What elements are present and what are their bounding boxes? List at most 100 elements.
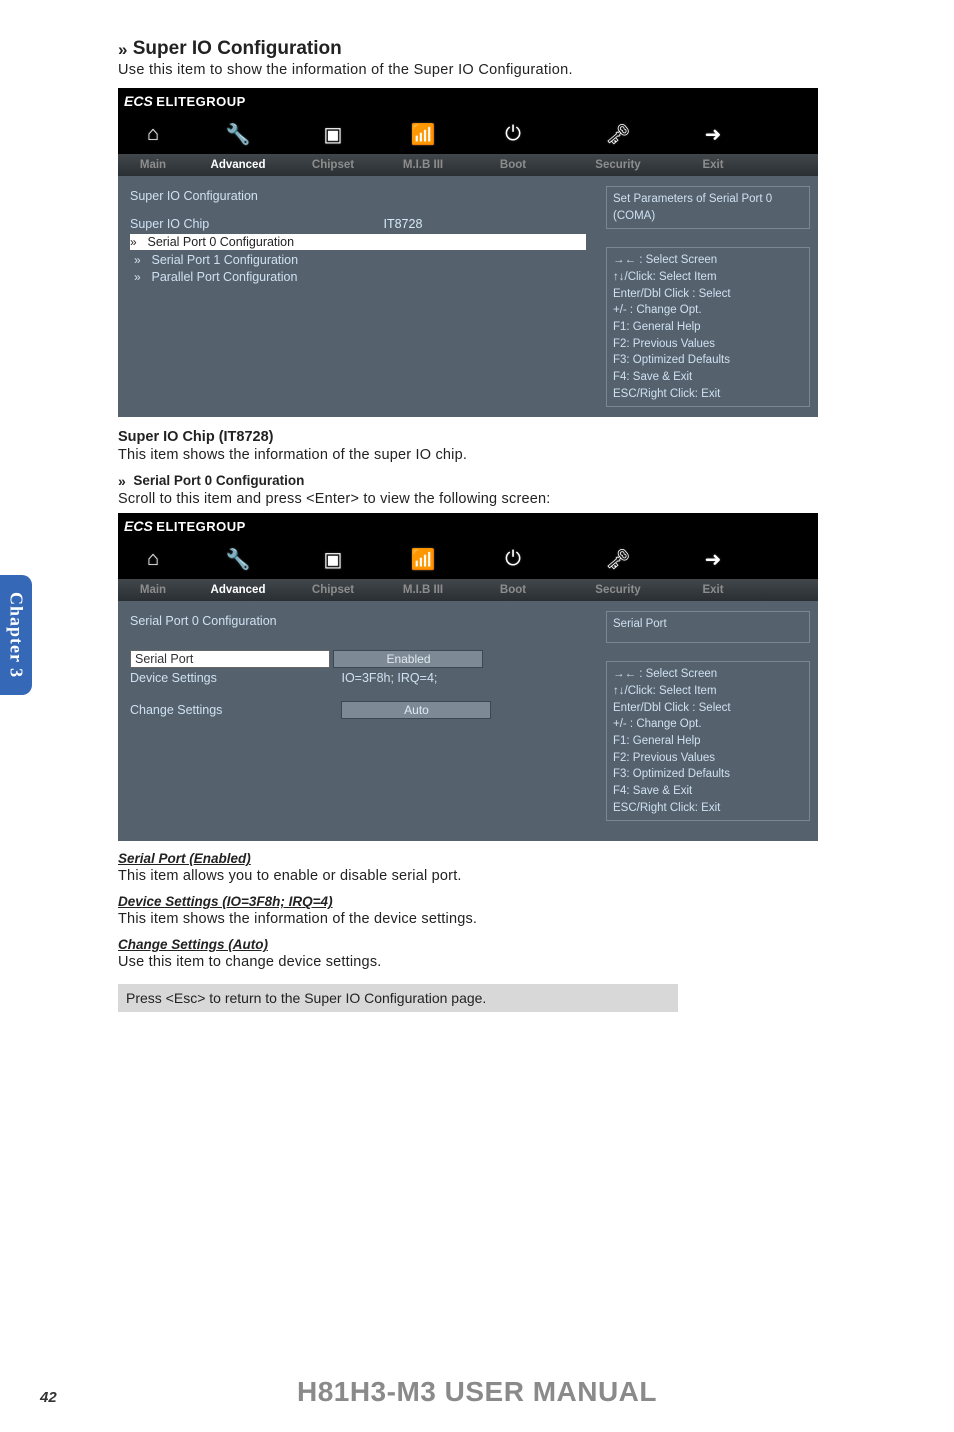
bios1-help-box: →← : Select Screen ↑↓/Click: Select Item…: [606, 247, 810, 407]
device-settings-row: Device Settings IO=3F8h; IRQ=4;: [130, 671, 586, 685]
bios-tab-row: Main Advanced Chipset M.I.B III Boot Sec…: [118, 154, 818, 176]
subhead-serialport0: » Serial Port 0 Configuration: [118, 473, 878, 489]
tab-mib[interactable]: M.I.B III: [403, 159, 443, 171]
bios2-left-pane: Serial Port 0 Configuration Serial Port …: [118, 601, 598, 841]
help-line: +/- : Change Opt.: [613, 302, 803, 319]
help-line: F3: Optimized Defaults: [613, 766, 803, 783]
help-line: →← : Select Screen: [613, 252, 803, 269]
bios-brand-bar: ECS ELITEGROUP: [118, 513, 818, 539]
bios1-body: Super IO Configuration Super IO Chip IT8…: [118, 176, 818, 417]
power-icon: ⏻: [505, 548, 521, 571]
tab-security[interactable]: Security: [595, 159, 640, 171]
help-line: F2: Previous Values: [613, 750, 803, 767]
tab-chipset[interactable]: Chipset: [312, 159, 354, 171]
cpu-icon: ▣: [324, 122, 343, 147]
subbody-serialport0: Scroll to this item and press <Enter> to…: [118, 491, 878, 507]
item-label: Serial Port 0 Configuration: [147, 235, 294, 249]
tab-advanced[interactable]: Advanced: [211, 584, 266, 596]
tab-boot[interactable]: Boot: [500, 584, 526, 596]
change-settings-label: Change Settings: [130, 703, 338, 717]
security-icon: 🗝: [605, 547, 630, 572]
chapter-side-tab: Chapter 3: [0, 575, 32, 695]
subhead-serialport0-text: Serial Port 0 Configuration: [133, 473, 304, 488]
serial-port-row[interactable]: Serial Port Enabled: [130, 650, 586, 668]
brand-ecs: ECS: [124, 518, 153, 534]
help-line: F1: General Help: [613, 733, 803, 750]
help-line: ↑↓/Click: Select Item: [613, 269, 803, 286]
brand-elitegroup: ELITEGROUP: [156, 519, 246, 534]
tab-security[interactable]: Security: [595, 584, 640, 596]
bios-iconrow: ⌂ 🔧 ▣ 📶 ⏻ 🗝 ➜: [118, 114, 818, 154]
tab-exit[interactable]: Exit: [702, 584, 723, 596]
help-line: F4: Save & Exit: [613, 783, 803, 800]
subhead-superiochip: Super IO Chip (IT8728): [118, 429, 878, 445]
text-serial-port-enabled: This item allows you to enable or disabl…: [118, 868, 878, 884]
help-line: Enter/Dbl Click : Select: [613, 700, 803, 717]
change-settings-row[interactable]: Change Settings Auto: [130, 701, 586, 719]
serial-port-label: Serial Port: [130, 650, 330, 668]
manual-footer-title: H81H3-M3 USER MANUAL: [0, 1376, 954, 1408]
help-line: F3: Optimized Defaults: [613, 352, 803, 369]
tab-mib[interactable]: M.I.B III: [403, 584, 443, 596]
help-line: →← : Select Screen: [613, 666, 803, 683]
bios2-body: Serial Port 0 Configuration Serial Port …: [118, 601, 818, 841]
heading-device-settings: Device Settings (IO=3F8h; IRQ=4): [118, 894, 878, 909]
bios-screenshot-1: ECS ELITEGROUP ⌂ 🔧 ▣ 📶 ⏻ 🗝 ➜ Main Advanc…: [118, 88, 818, 417]
text-change-settings: Use this item to change device settings.: [118, 954, 878, 970]
wrench-icon: 🔧: [226, 122, 251, 147]
heading-serial-port-enabled: Serial Port (Enabled): [118, 851, 878, 866]
heading-change-settings: Change Settings (Auto): [118, 937, 878, 952]
page-number: 42: [40, 1389, 57, 1406]
bios-screenshot-2: ECS ELITEGROUP ⌂ 🔧 ▣ 📶 ⏻ 🗝 ➜ Main Advanc…: [118, 513, 818, 841]
tab-advanced[interactable]: Advanced: [211, 159, 266, 171]
section-title-text: Super IO Configuration: [133, 38, 342, 59]
submenu-icon: »: [130, 235, 144, 249]
tab-main[interactable]: Main: [140, 159, 166, 171]
tab-exit[interactable]: Exit: [702, 159, 723, 171]
exit-icon: ➜: [705, 547, 722, 572]
change-settings-value[interactable]: Auto: [341, 701, 491, 719]
help-line: Enter/Dbl Click : Select: [613, 286, 803, 303]
serial-port-value[interactable]: Enabled: [333, 650, 483, 668]
home-icon: ⌂: [147, 548, 159, 571]
bios-tab-row: Main Advanced Chipset M.I.B III Boot Sec…: [118, 579, 818, 601]
chip-value: IT8728: [383, 217, 422, 231]
tab-chipset[interactable]: Chipset: [312, 584, 354, 596]
serial-port-0-item[interactable]: » Serial Port 0 Configuration: [130, 234, 586, 250]
item-label: Serial Port 1 Configuration: [151, 253, 298, 267]
tab-main[interactable]: Main: [140, 584, 166, 596]
security-icon: 🗝: [605, 122, 630, 147]
bios1-left-pane: Super IO Configuration Super IO Chip IT8…: [118, 176, 598, 417]
brand-elitegroup: ELITEGROUP: [156, 94, 246, 109]
device-settings-label: Device Settings: [130, 671, 338, 685]
serial-port-1-item[interactable]: » Serial Port 1 Configuration: [130, 253, 586, 267]
power-icon: ⏻: [505, 123, 521, 146]
section-heading: » Super IO Configuration: [118, 38, 878, 60]
bios-brand-bar: ECS ELITEGROUP: [118, 88, 818, 114]
exit-icon: ➜: [705, 122, 722, 147]
help-line: F4: Save & Exit: [613, 369, 803, 386]
help-line: ↑↓/Click: Select Item: [613, 683, 803, 700]
bios2-help-box: →← : Select Screen ↑↓/Click: Select Item…: [606, 661, 810, 821]
section-description: Use this item to show the information of…: [118, 62, 878, 78]
wrench-icon: 🔧: [226, 547, 251, 572]
chip-label: Super IO Chip: [130, 217, 380, 231]
text-device-settings: This item shows the information of the d…: [118, 911, 878, 927]
mib-icon: 📶: [411, 547, 436, 572]
help-line: ESC/Right Click: Exit: [613, 386, 803, 403]
page-content: » Super IO Configuration Use this item t…: [118, 38, 878, 1012]
submenu-icon: »: [134, 253, 148, 267]
help-line: F2: Previous Values: [613, 336, 803, 353]
brand-ecs: ECS: [124, 93, 153, 109]
bios-iconrow: ⌂ 🔧 ▣ 📶 ⏻ 🗝 ➜: [118, 539, 818, 579]
bios2-info-box: Serial Port: [606, 611, 810, 643]
home-icon: ⌂: [147, 123, 159, 146]
chevron-right-icon: »: [118, 40, 127, 59]
superio-title: Super IO Configuration: [130, 189, 586, 203]
tab-boot[interactable]: Boot: [500, 159, 526, 171]
help-line: ESC/Right Click: Exit: [613, 800, 803, 817]
mib-icon: 📶: [411, 122, 436, 147]
help-line: F1: General Help: [613, 319, 803, 336]
superio-chip-row: Super IO Chip IT8728: [130, 217, 586, 231]
parallel-port-item[interactable]: » Parallel Port Configuration: [130, 270, 586, 284]
